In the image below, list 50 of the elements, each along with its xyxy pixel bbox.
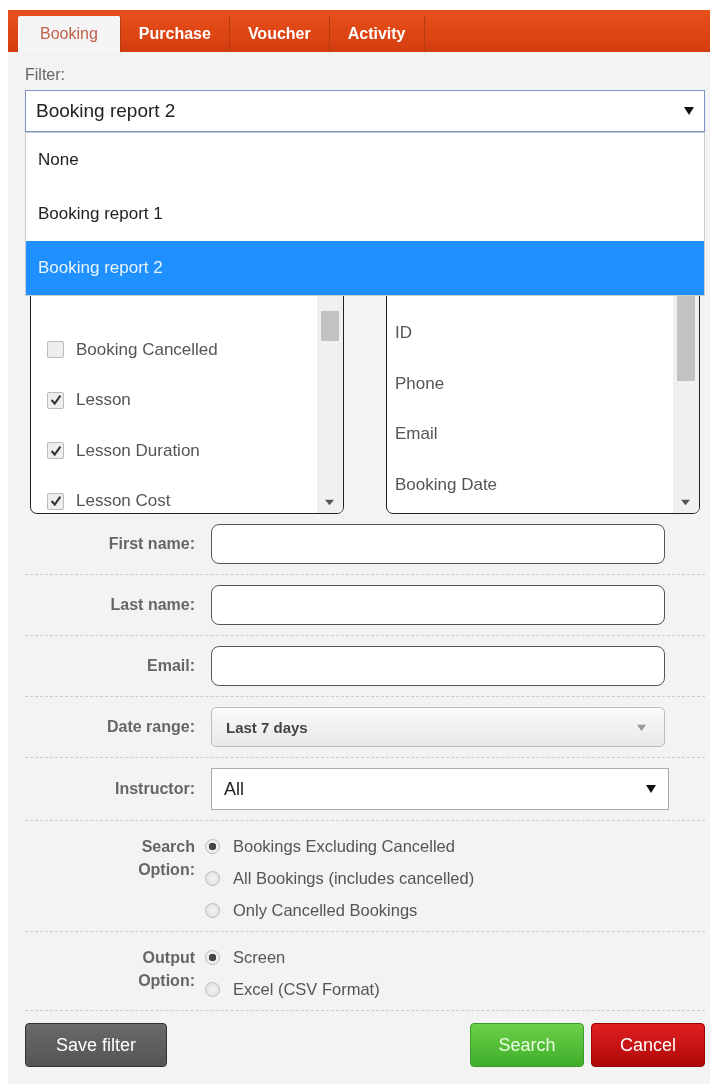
tab[interactable]: Voucher: [229, 16, 330, 52]
input-field[interactable]: [211, 524, 665, 564]
column-label: Lesson Duration: [76, 440, 200, 461]
dropdown-option[interactable]: Booking report 1: [26, 187, 704, 241]
field-label: First name:: [107, 535, 195, 553]
radio-button[interactable]: [205, 949, 220, 965]
field-item[interactable]: ID: [395, 323, 412, 344]
checkbox[interactable]: [47, 442, 64, 460]
radio-label: Only Cancelled Bookings: [233, 900, 418, 920]
dropdown-arrow-icon: [646, 784, 656, 794]
scroll-down-arrow-icon[interactable]: [681, 498, 690, 507]
field-item[interactable]: Email: [395, 424, 438, 445]
instructor-select[interactable]: All: [211, 768, 669, 810]
dropdown-arrow-icon: [684, 106, 694, 116]
scroll-thumb[interactable]: [321, 311, 339, 341]
cancel-button[interactable]: Cancel: [591, 1023, 705, 1067]
column-label: Lesson: [76, 390, 131, 411]
checkbox[interactable]: [47, 341, 64, 359]
dropdown-arrow-icon: [637, 722, 646, 732]
scroll-down-arrow-icon[interactable]: [325, 498, 334, 507]
radio-button[interactable]: [205, 870, 220, 886]
field-label: Last name:: [109, 596, 195, 614]
option-label: Search Option:: [137, 837, 195, 880]
field-item[interactable]: Phone: [395, 373, 445, 394]
radio-label: All Bookings (includes cancelled): [233, 868, 475, 888]
tab[interactable]: Activity: [329, 16, 425, 52]
filter-select[interactable]: Booking report 2: [25, 90, 705, 132]
field-label: Date range:: [105, 718, 195, 736]
radio-label: Excel (CSV Format): [233, 979, 380, 999]
filter-label: Filter:: [25, 66, 66, 85]
option-label: Output Option:: [137, 948, 195, 991]
checkbox[interactable]: [47, 492, 64, 510]
radio-label: Screen: [233, 947, 286, 967]
radio-button[interactable]: [205, 902, 220, 918]
date-range-select[interactable]: Last 7 days: [211, 707, 665, 747]
column-label: Lesson Cost: [76, 491, 171, 512]
checkbox[interactable]: [47, 391, 64, 409]
field-label: Instructor:: [114, 780, 195, 798]
radio-button[interactable]: [205, 981, 220, 997]
column-label: Booking Cancelled: [76, 339, 218, 360]
tab[interactable]: Booking: [18, 16, 121, 52]
field-label: Email:: [146, 657, 195, 675]
tab[interactable]: Purchase: [120, 16, 230, 52]
input-field[interactable]: [211, 646, 665, 686]
dropdown-option[interactable]: None: [26, 133, 704, 187]
radio-label: Bookings Excluding Cancelled: [233, 836, 455, 856]
save-filter-button[interactable]: Save filter: [25, 1023, 167, 1067]
input-field[interactable]: [211, 585, 665, 625]
radio-button[interactable]: [205, 838, 220, 854]
field-item[interactable]: Booking Date: [395, 474, 498, 495]
